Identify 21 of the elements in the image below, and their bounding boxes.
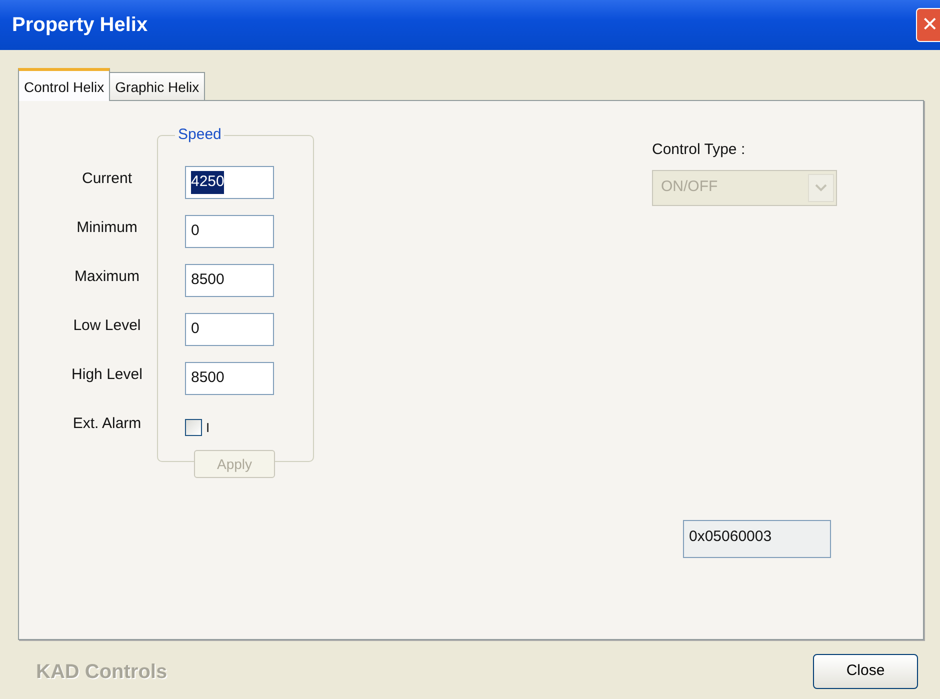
input-field[interactable]: 8500 <box>185 362 274 395</box>
address-field: 0x05060003 <box>683 520 831 558</box>
close-dialog-button[interactable]: Close <box>813 654 918 689</box>
field-label: Current <box>82 169 132 190</box>
input-field[interactable]: 0 <box>185 215 274 248</box>
field-label: High Level <box>72 365 142 386</box>
input-field[interactable]: 0 <box>185 313 274 346</box>
window-title: Property Helix <box>12 13 148 38</box>
checkbox[interactable] <box>185 419 202 436</box>
tab[interactable]: Graphic Helix <box>109 72 206 100</box>
brand-label: KAD Controls <box>36 660 168 684</box>
field-label: Maximum <box>74 267 140 288</box>
input-field[interactable]: 4250 <box>185 166 274 199</box>
checkbox-caption: I <box>206 418 210 437</box>
close-button[interactable]: ✕ <box>916 8 940 42</box>
field-label: Minimum <box>76 218 138 238</box>
field-label: Ext. Alarm <box>72 414 142 434</box>
control-type-label: Control Type : <box>652 140 746 160</box>
input-field[interactable]: 8500 <box>185 264 274 297</box>
field-label: Low Level <box>73 316 141 336</box>
tab[interactable]: Control Helix <box>18 68 110 101</box>
